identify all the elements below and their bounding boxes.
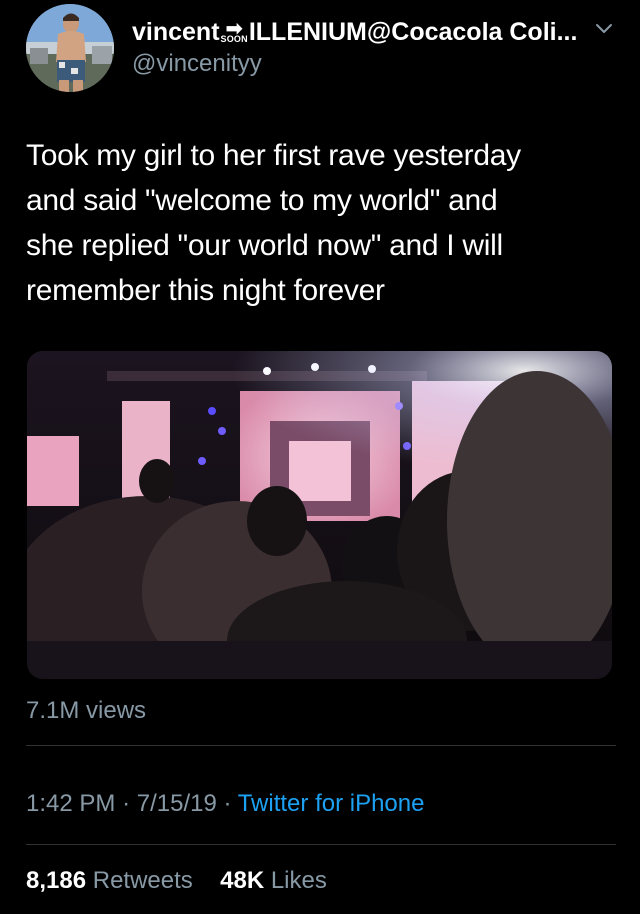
likes-count: 48K — [220, 867, 265, 894]
likes-stat[interactable]: 48K Likes — [220, 867, 327, 894]
tweet-header: vincent ➡ SOON ILLENIUM@Cocacola Coli...… — [26, 4, 616, 92]
tweet-source-link[interactable]: Twitter for iPhone — [238, 790, 425, 817]
avatar[interactable] — [26, 4, 114, 92]
divider — [26, 745, 616, 746]
chevron-down-icon[interactable] — [592, 18, 616, 38]
view-count: 7.1M views — [26, 697, 147, 724]
tweet-date: 7/15/19 — [136, 790, 217, 817]
tweet-meta: 1:42 PM · 7/15/19 · Twitter for iPhone — [26, 790, 424, 818]
tweet-stats: 8,186 Retweets 48K Likes — [26, 867, 327, 895]
retweets-label: Retweets — [92, 867, 193, 894]
soon-badge-text: SOON — [220, 33, 248, 44]
likes-label: Likes — [270, 867, 327, 894]
display-name[interactable]: vincent ➡ SOON ILLENIUM@Cocacola Coli... — [132, 12, 616, 52]
right-arrow-icon: ➡ SOON — [220, 17, 248, 44]
display-name-start: vincent — [132, 17, 220, 46]
author-handle[interactable]: @vincenityy — [132, 50, 616, 78]
meta-separator: · — [122, 790, 131, 817]
tweet-text: Took my girl to her first rave yesterday… — [26, 139, 521, 307]
display-name-end: ILLENIUM@Cocacola Coli... — [248, 17, 578, 46]
meta-separator: · — [223, 790, 232, 817]
divider — [26, 844, 616, 845]
tweet-time: 1:42 PM — [26, 790, 116, 817]
author-names: vincent ➡ SOON ILLENIUM@Cocacola Coli...… — [132, 12, 616, 78]
retweets-count: 8,186 — [26, 867, 87, 894]
tweet-video[interactable] — [27, 351, 612, 679]
retweets-stat[interactable]: 8,186 Retweets — [26, 867, 199, 894]
